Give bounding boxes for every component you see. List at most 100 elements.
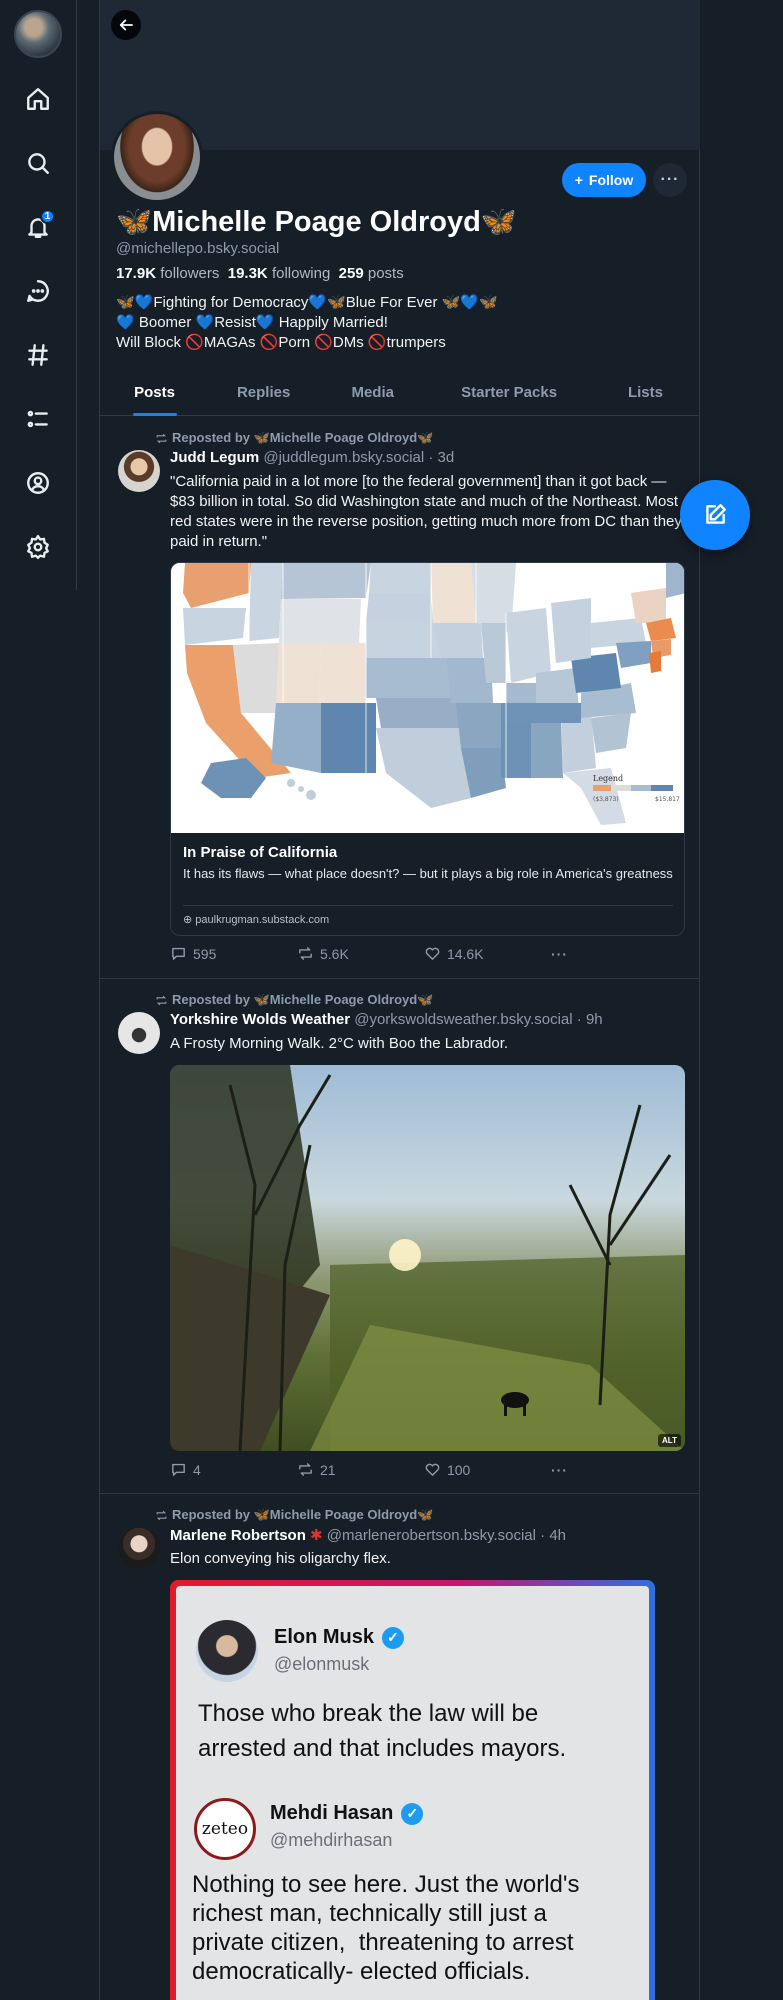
card-domain-text: paulkrugman.substack.com [195,914,330,926]
profile-stats: 17.9K followers 19.3K following 259 post… [116,265,404,282]
post-text: A Frosty Morning Walk. 2°C with Boo the … [170,1035,509,1052]
tab-replies[interactable]: Replies [209,372,318,415]
profile-main-column: + Follow ··· 🦋Michelle Poage Oldroyd🦋 @m… [99,0,700,2000]
post-actions: 595 5.6K 14.6K ··· [170,945,590,962]
repost-label[interactable]: Reposted by 🦋Michelle Poage Oldroyd🦋 [172,430,433,446]
quoted-author-name: Mehdi Hasan ✓ [270,1802,424,1825]
heart-icon [425,947,440,960]
map-legend-max: $15,817 [655,796,680,803]
verified-check-icon: ✓ [401,1802,424,1825]
lists-icon[interactable] [22,403,54,435]
post-photo[interactable]: ALT [170,1065,685,1451]
like-count: 100 [446,1461,471,1478]
following-link[interactable]: 19.3K following [228,265,331,282]
compose-post-button[interactable] [680,480,750,550]
repost-indicator: Reposted by 🦋Michelle Poage Oldroyd🦋 [155,992,433,1008]
author-handle[interactable]: @yorkswoldsweather.bsky.social [354,1011,572,1028]
post-time[interactable]: · 9h [577,1011,603,1028]
us-map-image: Legend ($3,873) $15,817 [171,563,684,833]
author-handle[interactable]: @juddlegum.bsky.social [263,449,424,466]
tweet-screenshot: Elon Musk ✓ @elonmusk Those who break th… [176,1586,649,2000]
tab-media[interactable]: Media [318,372,427,415]
repost-count: 21 [319,1461,336,1478]
repost-label[interactable]: Reposted by 🦋Michelle Poage Oldroyd🦋 [172,992,433,1008]
reply-button[interactable]: 595 [170,945,297,962]
post-more-button[interactable]: ··· [551,1461,590,1478]
profile-icon[interactable] [22,467,54,499]
feed-post[interactable]: Reposted by 🦋Michelle Poage Oldroyd🦋 Jud… [100,417,700,979]
globe-icon: ⊕ [183,914,196,926]
search-icon[interactable] [22,147,54,179]
post-time[interactable]: · 4h [540,1527,566,1544]
author-name[interactable]: Yorkshire Wolds Weather [170,1011,350,1028]
card-divider [183,905,673,906]
bio-line: 🦋💙Fighting for Democracy💙🦋Blue For Ever … [116,294,498,311]
followers-label: followers [160,265,220,282]
repost-label[interactable]: Reposted by 🦋Michelle Poage Oldroyd🦋 [172,1507,433,1523]
reply-bubble-icon [172,1463,185,1476]
profile-tabs: Posts Replies Media Starter Packs Lists [100,372,700,416]
tweet-text-line: richest man, technically still just a [192,1900,547,1927]
quoted-author-name-text: Mehdi Hasan [270,1802,394,1824]
like-count: 14.6K [446,945,484,962]
repost-icon [156,995,167,1005]
author-avatar[interactable] [118,1527,160,1569]
post-text: Elon conveying his oligarchy flex. [170,1550,391,1567]
profile-display-name: 🦋Michelle Poage Oldroyd🦋 [116,206,517,238]
repost-button[interactable]: 21 [297,1461,424,1478]
compose-pencil-icon [706,504,726,524]
profile-handle: @michellepo.bsky.social [116,240,280,257]
author-name[interactable]: Judd Legum [170,449,259,466]
reply-button[interactable]: 4 [170,1461,297,1478]
reply-count: 4 [193,1461,201,1478]
back-button[interactable] [111,10,141,40]
notifications-bell-icon[interactable]: 1 [22,209,55,243]
settings-gear-icon[interactable] [22,531,54,563]
quoted-author-handle: @mehdirhasan [270,1830,393,1850]
repost-icon [156,433,167,443]
tweet-text-line: Nothing to see here. Just the world's [192,1871,580,1898]
posts-count: 259 [338,265,364,282]
tab-starter-packs[interactable]: Starter Packs [427,372,591,415]
tweet-text-line: arrested and that includes mayors. [198,1735,567,1762]
feeds-hash-icon[interactable] [22,339,54,371]
repost-button[interactable]: 5.6K [297,945,424,962]
link-card[interactable]: Legend ($3,873) $15,817 In Praise of Cal… [170,562,685,936]
tweet-author-name: Elon Musk ✓ [274,1626,405,1649]
tweet-text-line: Those who break the law will be [198,1700,539,1727]
feed-post[interactable]: Reposted by 🦋Michelle Poage Oldroyd🦋 Mar… [100,1494,700,2000]
zeteo-logo-text: zeteo [201,1819,249,1839]
bio-line: 💙 Boomer 💙Resist💙 Happily Married! [116,314,388,331]
followers-link[interactable]: 17.9K followers [116,265,219,282]
author-handle[interactable]: @marlenerobertson.bsky.social [327,1527,536,1544]
feed-post[interactable]: Reposted by 🦋Michelle Poage Oldroyd🦋 Yor… [100,979,700,1494]
post-time[interactable]: · 3d [428,449,454,466]
repost-icon [156,1510,167,1520]
profile-avatar[interactable] [111,111,203,203]
like-button[interactable]: 14.6K [424,945,551,962]
card-domain: ⊕ paulkrugman.substack.com [183,913,329,926]
zeteo-avatar: zeteo [194,1798,256,1860]
home-icon[interactable] [22,83,54,115]
follow-label: Follow [588,172,634,188]
repost-indicator: Reposted by 🦋Michelle Poage Oldroyd🦋 [155,430,433,446]
reply-bubble-icon [172,947,185,960]
alt-text-badge[interactable]: ALT [658,1434,681,1447]
repost-indicator: Reposted by 🦋Michelle Poage Oldroyd🦋 [155,1507,433,1523]
author-avatar[interactable] [118,1012,160,1054]
heart-icon [425,1463,440,1476]
chat-icon[interactable] [22,275,54,307]
follow-button[interactable]: + Follow [562,163,646,197]
profile-more-button[interactable]: ··· [653,163,687,197]
tab-lists[interactable]: Lists [591,372,700,415]
author-avatar[interactable] [118,450,160,492]
post-more-button[interactable]: ··· [551,945,590,962]
author-name[interactable]: Marlene Robertson [170,1527,306,1544]
post-screenshot-image[interactable]: Elon Musk ✓ @elonmusk Those who break th… [170,1580,655,2000]
tab-posts[interactable]: Posts [100,372,209,415]
my-avatar[interactable] [14,10,62,58]
bio-line: Will Block 🚫MAGAs 🚫Porn 🚫DMs 🚫trumpers [116,334,446,351]
repost-icon [299,1463,312,1476]
tweet-text-line: private citizen, threatening to arrest [192,1929,574,1956]
like-button[interactable]: 100 [424,1461,551,1478]
